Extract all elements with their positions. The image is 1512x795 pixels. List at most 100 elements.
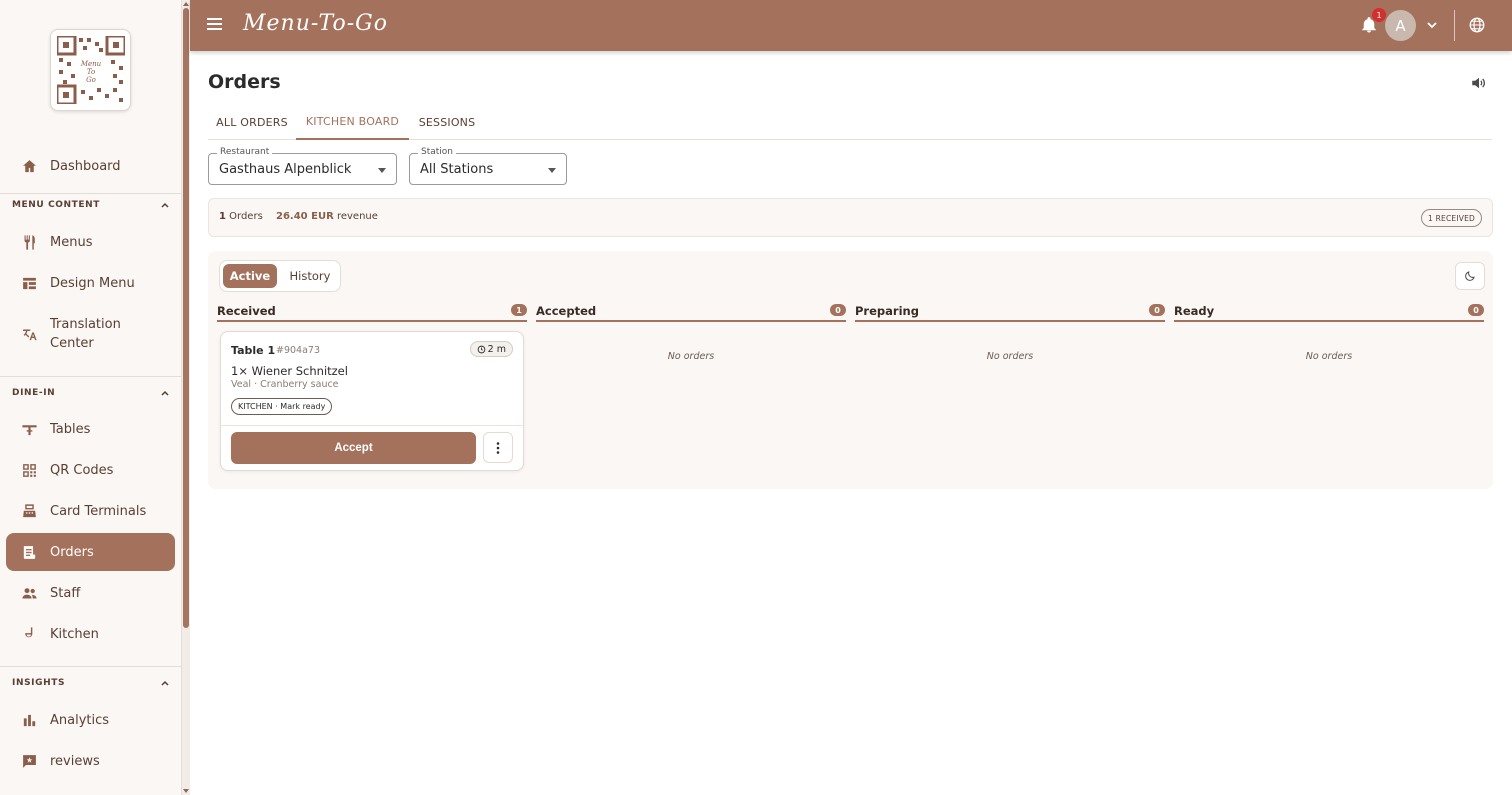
toggle-history[interactable]: History [282, 264, 338, 288]
sidebar-item-orders[interactable]: Orders [6, 533, 175, 571]
section-insights[interactable]: INSIGHTS [12, 678, 170, 688]
order-item: 1× Wiener Schnitzel [231, 364, 348, 378]
sidebar-item-tables[interactable]: Tables [6, 410, 175, 448]
sidebar-item-reviews[interactable]: reviews [6, 742, 175, 780]
top-bar: Menu-To-Go 1 A [190, 0, 1512, 51]
column-count: 0 [1149, 304, 1165, 316]
sidebar: Menu To Go Dashboard MENU CONTENT Menus … [0, 0, 182, 795]
moon-icon [1465, 271, 1475, 281]
sidebar-item-analytics[interactable]: Analytics [6, 701, 175, 739]
hamburger-menu-icon[interactable] [207, 18, 222, 32]
more-vert-icon [496, 441, 500, 454]
status-badge: 1 RECEIVED [1421, 209, 1482, 227]
home-icon [20, 157, 38, 175]
revenue-label: revenue [336, 211, 378, 222]
order-card[interactable]: Table 1 #904a73 2 m 1× Wiener Schnitzel … [220, 331, 524, 471]
section-title: INSIGHTS [12, 678, 66, 688]
chevron-down-icon[interactable] [1426, 20, 1438, 30]
tab-all-orders[interactable]: ALL ORDERS [208, 104, 296, 140]
sidebar-item-dashboard[interactable]: Dashboard [6, 147, 175, 185]
column-title: Preparing [855, 304, 919, 318]
qr-logo-icon: Menu To Go [56, 36, 125, 104]
sidebar-item-label: reviews [50, 753, 100, 769]
dropdown-arrow-icon [548, 168, 556, 173]
empty-state-accepted: No orders [667, 351, 715, 362]
divider [0, 193, 181, 194]
order-item-description: Veal · Cranberry sauce [231, 379, 339, 390]
ladle-icon [20, 625, 38, 643]
sidebar-item-label: Dashboard [50, 158, 121, 174]
sidebar-item-label: QR Codes [50, 462, 114, 478]
sidebar-scrollbar[interactable] [182, 0, 190, 795]
station-mark-ready-button[interactable]: KITCHEN · Mark ready [231, 398, 333, 415]
restaurant-select[interactable]: Restaurant Gasthaus Alpenblick [208, 147, 397, 185]
notification-badge: 1 [1372, 8, 1386, 22]
section-menu-content[interactable]: MENU CONTENT [12, 200, 170, 210]
globe-icon[interactable] [1468, 16, 1486, 34]
orders-count: 1 Orders [219, 211, 263, 222]
terminal-icon [20, 502, 38, 520]
avatar[interactable]: A [1385, 10, 1416, 41]
volume-icon[interactable] [1470, 74, 1488, 92]
order-id: #904a73 [276, 345, 321, 356]
sidebar-item-menus[interactable]: Menus [6, 223, 175, 261]
restaurant-value: Gasthaus Alpenblick [219, 162, 352, 177]
layout-icon [20, 274, 38, 292]
order-table: Table 1 [231, 344, 276, 357]
scroll-up-icon[interactable] [183, 2, 189, 6]
empty-state-ready: No orders [1305, 351, 1353, 362]
dark-mode-button[interactable] [1455, 262, 1485, 290]
table-icon [20, 420, 38, 438]
orders-count-value: 1 [219, 211, 226, 222]
column-count: 0 [1468, 304, 1484, 316]
sidebar-item-qr-codes[interactable]: QR Codes [6, 451, 175, 489]
revenue-value: 26.40 EUR [276, 211, 334, 222]
column-accepted: Accepted 0 [536, 302, 846, 322]
dropdown-arrow-icon [378, 168, 386, 173]
page-title: Orders [208, 71, 281, 93]
sidebar-item-label: Staff [50, 585, 81, 601]
qr-logo[interactable]: Menu To Go [50, 29, 131, 111]
scrollbar-thumb[interactable] [183, 8, 189, 628]
svg-text:Go: Go [86, 76, 96, 84]
active-history-toggle: Active History [219, 260, 341, 292]
section-dine-in[interactable]: DINE-IN [12, 388, 170, 398]
fork-knife-icon [20, 233, 38, 251]
orders-summary: 1 Orders 26.40 EUR revenue 1 RECEIVED [208, 198, 1493, 237]
sidebar-item-staff[interactable]: Staff [6, 574, 175, 612]
station-select[interactable]: Station All Stations [409, 147, 567, 185]
station-label: Station [418, 147, 456, 157]
divider [1454, 10, 1455, 41]
sidebar-item-label: Translation Center [50, 317, 121, 351]
column-ready: Ready 0 [1174, 302, 1484, 322]
qr-code-icon [20, 461, 38, 479]
column-received: Received 1 [217, 302, 527, 322]
sidebar-item-label: Kitchen [50, 626, 99, 642]
people-icon [20, 584, 38, 602]
divider [0, 376, 181, 377]
svg-text:To: To [86, 68, 94, 76]
sidebar-item-kitchen[interactable]: Kitchen [6, 615, 175, 653]
brand-logo[interactable]: Menu-To-Go [243, 11, 388, 36]
station-value: All Stations [420, 162, 494, 177]
clock-icon [477, 345, 485, 353]
svg-text:Menu: Menu [79, 60, 101, 68]
divider [0, 666, 181, 667]
sidebar-item-translation-center[interactable]: Translation Center [6, 310, 175, 358]
empty-state-preparing: No orders [986, 351, 1034, 362]
scroll-down-icon[interactable] [183, 789, 189, 793]
orders-count-label: Orders [229, 211, 263, 222]
sidebar-item-card-terminals[interactable]: Card Terminals [6, 492, 175, 530]
elapsed-time-badge: 2 m [469, 341, 513, 357]
column-title: Accepted [536, 304, 597, 318]
more-options-button[interactable] [483, 432, 513, 463]
chevron-up-icon [161, 202, 169, 208]
revenue: 26.40 EUR revenue [276, 211, 378, 222]
tab-bar: ALL ORDERS KITCHEN BOARD SESSIONS [208, 104, 1492, 140]
tab-kitchen-board[interactable]: KITCHEN BOARD [296, 104, 409, 140]
bar-chart-icon [20, 711, 38, 729]
toggle-active[interactable]: Active [223, 264, 277, 288]
tab-sessions[interactable]: SESSIONS [409, 104, 485, 140]
accept-button[interactable]: Accept [231, 432, 476, 464]
sidebar-item-design-menu[interactable]: Design Menu [6, 264, 175, 302]
